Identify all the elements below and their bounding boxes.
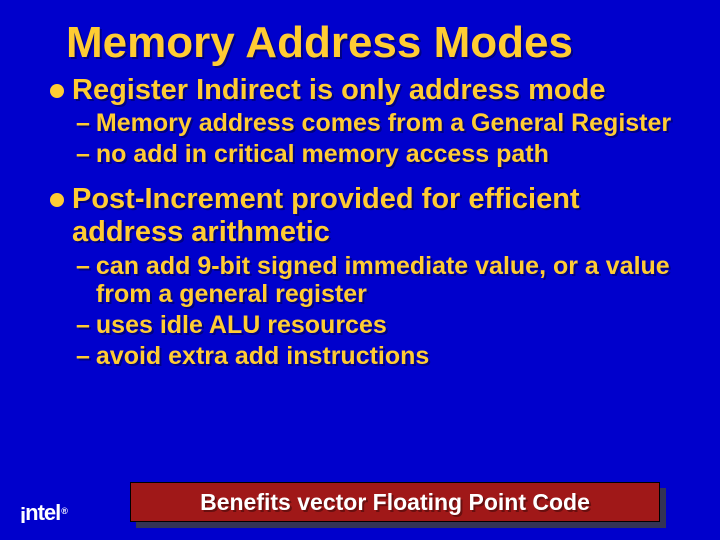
bullet-text: Register Indirect is only address mode [72, 74, 605, 107]
subbullet-text: avoid extra add instructions [96, 342, 429, 371]
dash-icon: – [76, 140, 90, 169]
logo-text: intel [20, 500, 60, 525]
slide: Memory Address Modes Register Indirect i… [0, 0, 720, 540]
subbullet-text: uses idle ALU resources [96, 311, 387, 340]
dash-icon: – [76, 252, 90, 281]
dash-icon: – [76, 109, 90, 138]
bullet-level2: – can add 9-bit signed immediate value, … [76, 252, 672, 310]
spacer [48, 169, 672, 179]
bullet-level2: – uses idle ALU resources [76, 311, 672, 340]
subbullet-text: no add in critical memory access path [96, 140, 549, 169]
slide-title: Memory Address Modes [66, 18, 672, 68]
dash-icon: – [76, 342, 90, 371]
dash-icon: – [76, 311, 90, 340]
bullet-level1: Post-Increment provided for efficient ad… [50, 183, 672, 250]
callout-box: Benefits vector Floating Point Code [130, 482, 660, 522]
bullet-level1: Register Indirect is only address mode [50, 74, 672, 107]
registered-icon: ® [61, 506, 67, 516]
bullet-level2: – avoid extra add instructions [76, 342, 672, 371]
bullet-dot-icon [50, 193, 64, 207]
bullet-level2: – Memory address comes from a General Re… [76, 109, 672, 138]
subbullet-text: Memory address comes from a General Regi… [96, 109, 671, 138]
intel-logo: intel® [20, 500, 66, 526]
callout-text: Benefits vector Floating Point Code [200, 489, 590, 516]
bullet-text: Post-Increment provided for efficient ad… [72, 183, 672, 250]
subbullet-text: can add 9-bit signed immediate value, or… [96, 252, 672, 310]
bullet-dot-icon [50, 84, 64, 98]
callout: Benefits vector Floating Point Code [130, 482, 660, 522]
bullet-level2: – no add in critical memory access path [76, 140, 672, 169]
